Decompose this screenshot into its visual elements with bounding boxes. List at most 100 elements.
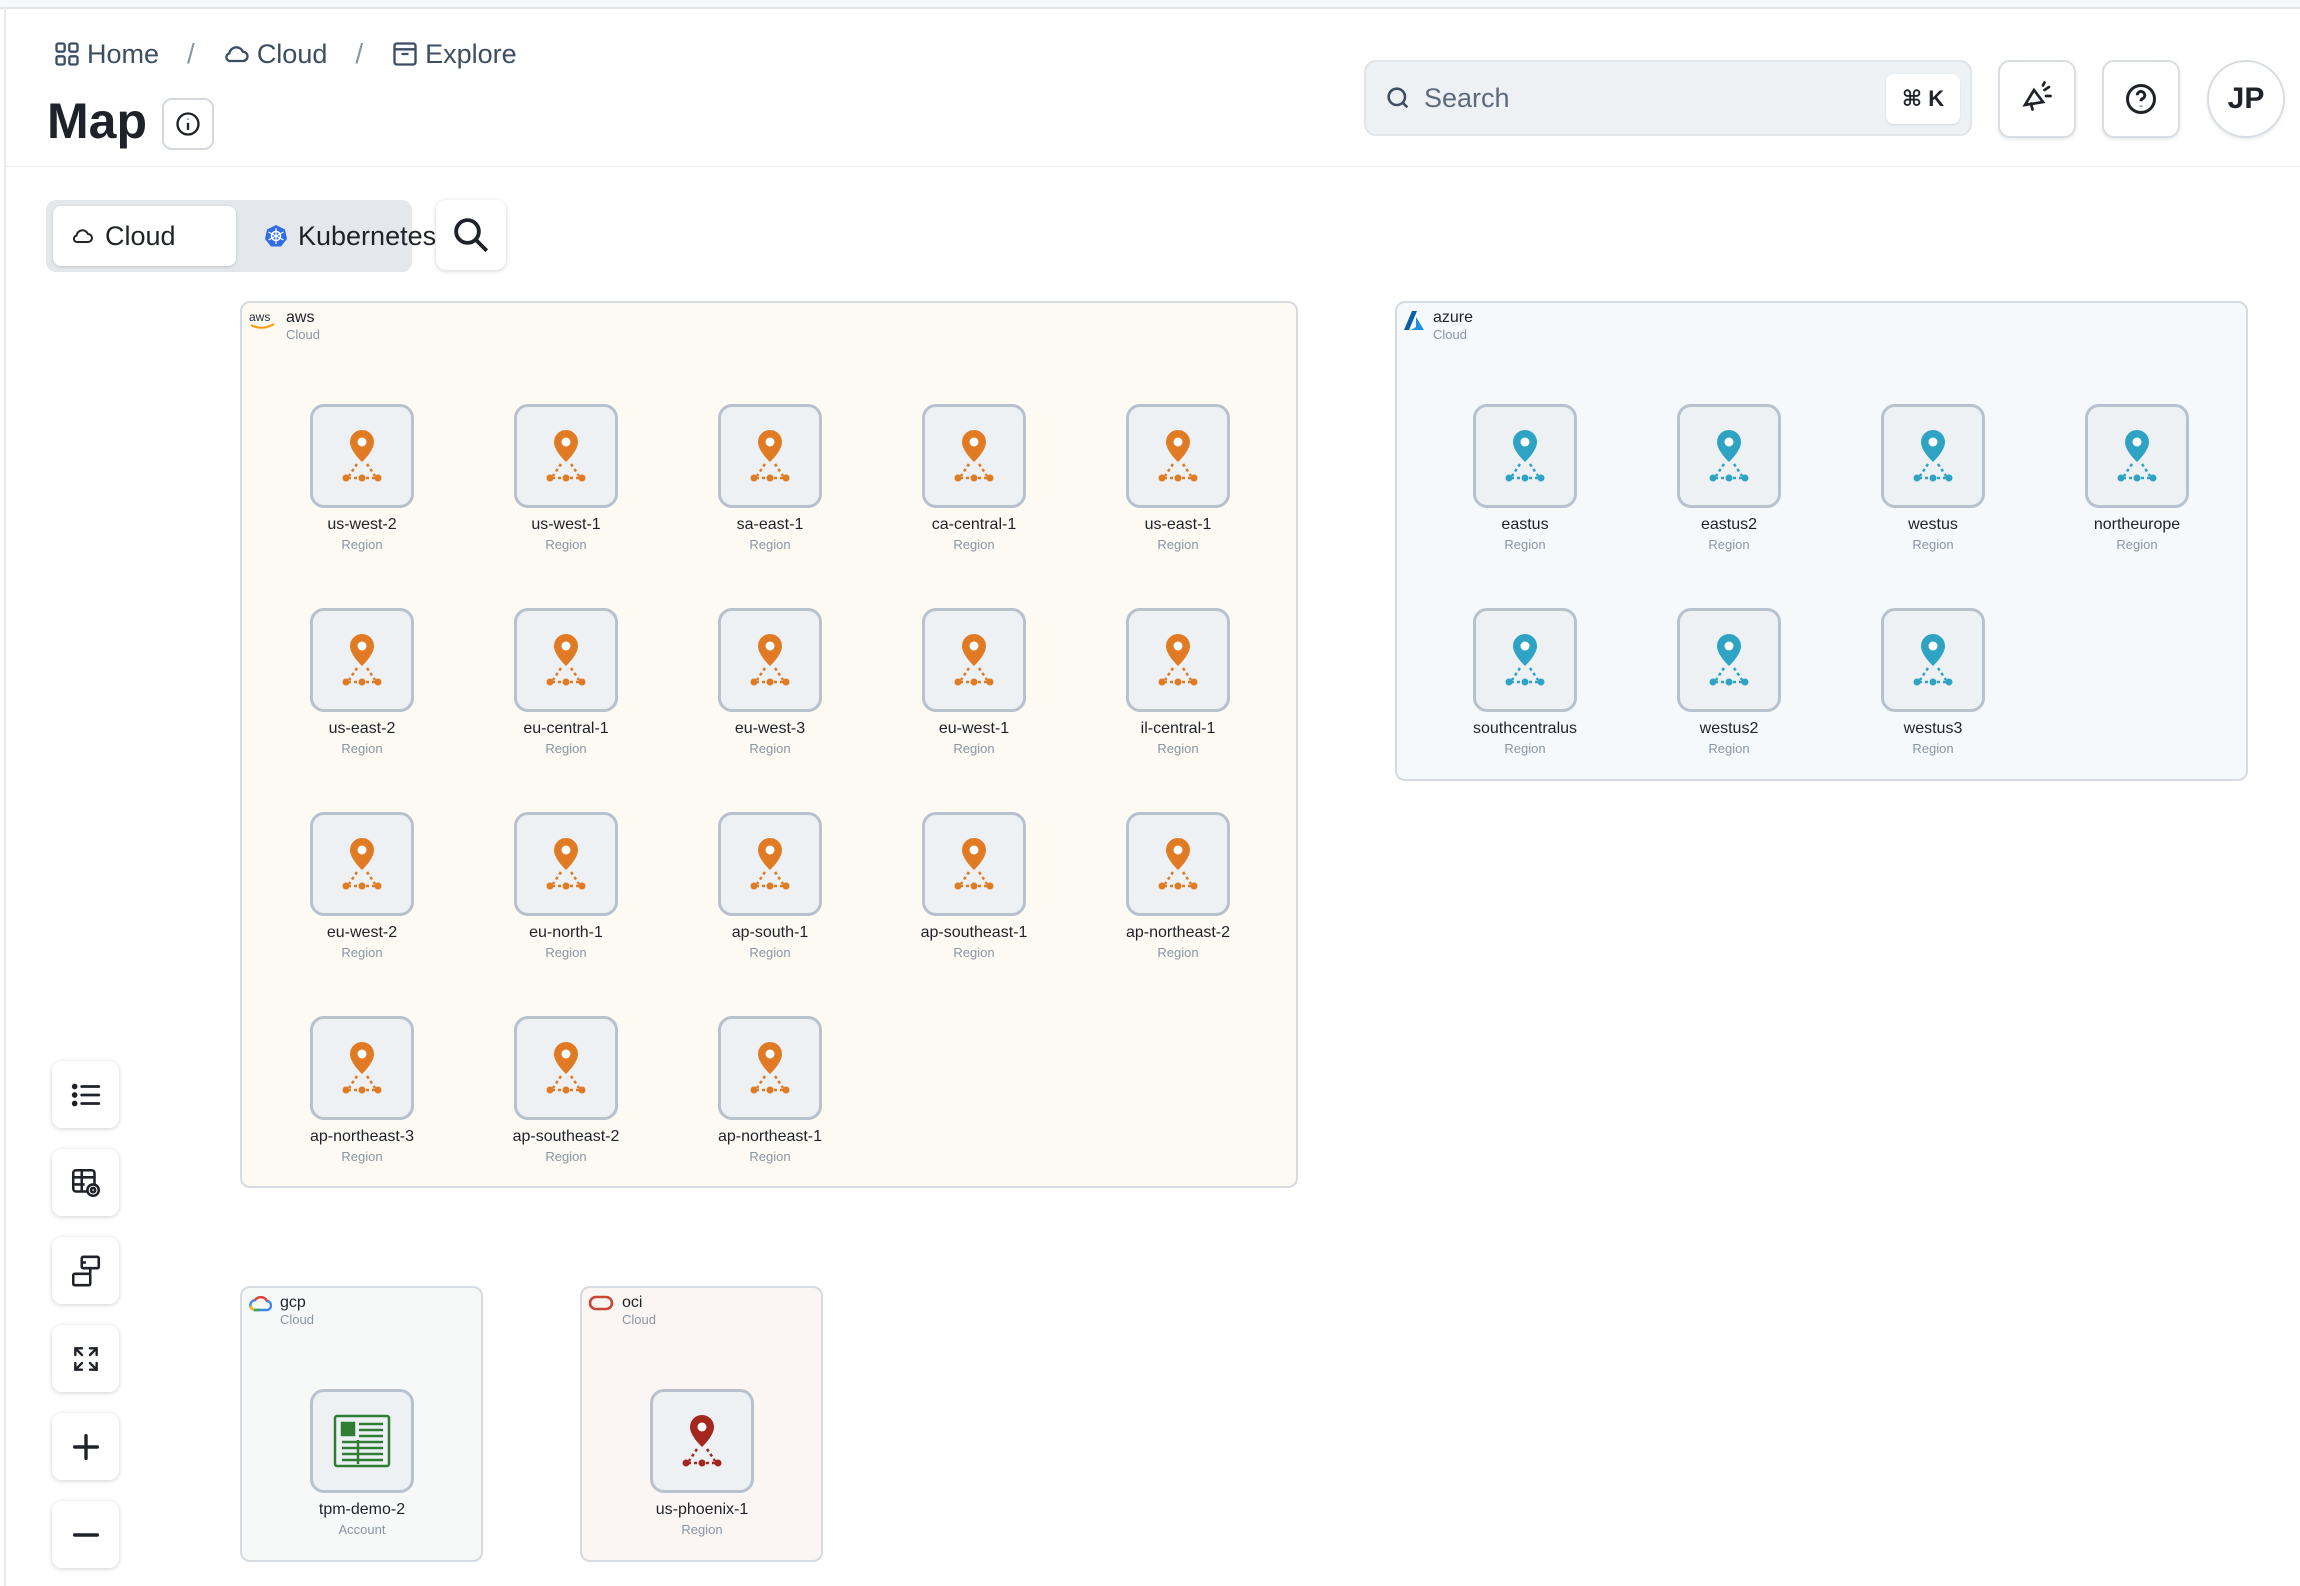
list-view-button[interactable]: [52, 1061, 119, 1128]
breadcrumb-explore-label: Explore: [425, 38, 517, 69]
layout-button[interactable]: [52, 1237, 119, 1304]
search-input[interactable]: [1422, 81, 1886, 115]
region-node[interactable]: eu-west-2 Region: [292, 812, 432, 960]
map-search-button[interactable]: [436, 200, 506, 270]
region-node-box[interactable]: [310, 812, 414, 916]
toggle-cloud[interactable]: Cloud: [53, 206, 236, 266]
region-node-box[interactable]: [1473, 608, 1577, 712]
node-label: us-east-1: [1144, 516, 1212, 533]
group-header: aws aws Cloud: [248, 309, 320, 343]
region-node[interactable]: ca-central-1 Region: [904, 404, 1044, 552]
region-node-box[interactable]: [718, 608, 822, 712]
breadcrumb-cloud[interactable]: Cloud: [223, 39, 327, 70]
breadcrumb-explore[interactable]: Explore: [391, 39, 517, 70]
info-button[interactable]: [162, 98, 214, 150]
region-node-box[interactable]: [1473, 404, 1577, 508]
region-node[interactable]: eu-central-1 Region: [496, 608, 636, 756]
region-node-box[interactable]: [718, 812, 822, 916]
info-icon: [176, 112, 200, 136]
region-node[interactable]: eastus2 Region: [1659, 404, 1799, 552]
region-node[interactable]: westus2 Region: [1659, 608, 1799, 756]
region-node-box[interactable]: [310, 1016, 414, 1120]
grid-icon: [55, 42, 79, 66]
region-node[interactable]: eu-west-1 Region: [904, 608, 1044, 756]
region-node-box[interactable]: [1881, 608, 1985, 712]
region-node-box[interactable]: [514, 404, 618, 508]
region-node-box[interactable]: [514, 608, 618, 712]
toggle-kubernetes[interactable]: Kubernetes: [246, 206, 454, 266]
region-node[interactable]: ap-northeast-1 Region: [700, 1016, 840, 1164]
group-header: oci Cloud: [588, 1294, 656, 1328]
region-node[interactable]: westus Region: [1863, 404, 2003, 552]
region-node[interactable]: ap-northeast-2 Region: [1108, 812, 1248, 960]
region-node[interactable]: ap-southeast-2 Region: [496, 1016, 636, 1164]
node-type: Region: [749, 1149, 791, 1164]
toggle-cloud-label: Cloud: [105, 220, 176, 251]
node-type: Region: [1157, 945, 1199, 960]
table-settings-button[interactable]: [52, 1149, 119, 1216]
region-node-box[interactable]: [514, 812, 618, 916]
cloud-group-aws[interactable]: aws aws Cloud us-west-2 Region us-west-1 Re…: [240, 301, 1298, 1188]
region-node-box[interactable]: [2085, 404, 2189, 508]
region-node[interactable]: ap-southeast-1 Region: [904, 812, 1044, 960]
region-node-box[interactable]: [310, 404, 414, 508]
search-bar[interactable]: ⌘ K: [1364, 60, 1972, 136]
region-node-box[interactable]: [1126, 812, 1230, 916]
region-node-box[interactable]: [1126, 404, 1230, 508]
region-node-box[interactable]: [922, 404, 1026, 508]
region-node-box[interactable]: [310, 608, 414, 712]
region-icon: [342, 634, 382, 686]
region-icon: [546, 1042, 586, 1094]
region-icon: [342, 430, 382, 482]
region-node[interactable]: ap-northeast-3 Region: [292, 1016, 432, 1164]
account-node[interactable]: tpm-demo-2 Account: [292, 1389, 432, 1537]
svg-text:aws: aws: [249, 310, 270, 324]
region-node[interactable]: us-phoenix-1 Region: [632, 1389, 772, 1537]
help-button[interactable]: [2102, 60, 2180, 138]
region-node[interactable]: southcentralus Region: [1455, 608, 1595, 756]
region-node[interactable]: westus3 Region: [1863, 608, 2003, 756]
region-node-box[interactable]: [1677, 608, 1781, 712]
region-node[interactable]: us-west-2 Region: [292, 404, 432, 552]
node-type: Region: [749, 945, 791, 960]
cloud-group-gcp[interactable]: gcp Cloud tpm-demo-2 Account: [240, 1286, 483, 1562]
region-node[interactable]: eastus Region: [1455, 404, 1595, 552]
node-type: Region: [545, 1149, 587, 1164]
region-node-box[interactable]: [650, 1389, 754, 1493]
account-node-box[interactable]: [310, 1389, 414, 1493]
region-icon: [1709, 634, 1749, 686]
region-node[interactable]: sa-east-1 Region: [700, 404, 840, 552]
node-type: Region: [2116, 537, 2158, 552]
search-icon: [454, 218, 489, 253]
zoom-out-button[interactable]: [52, 1501, 119, 1568]
region-node[interactable]: ap-south-1 Region: [700, 812, 840, 960]
region-node[interactable]: eu-north-1 Region: [496, 812, 636, 960]
region-node-box[interactable]: [1881, 404, 1985, 508]
announcements-button[interactable]: [1998, 60, 2076, 138]
breadcrumb-home[interactable]: Home: [53, 39, 159, 70]
cloud-group-azure[interactable]: azure Cloud eastus Region eastus2 Region wes…: [1395, 301, 2248, 781]
region-node[interactable]: il-central-1 Region: [1108, 608, 1248, 756]
region-node-box[interactable]: [718, 1016, 822, 1120]
top-border: [0, 0, 2300, 9]
region-node-box[interactable]: [514, 1016, 618, 1120]
region-node[interactable]: northeurope Region: [2067, 404, 2207, 552]
region-node[interactable]: us-east-2 Region: [292, 608, 432, 756]
cloud-group-oci[interactable]: oci Cloud us-phoenix-1 Region: [580, 1286, 823, 1562]
region-node-box[interactable]: [922, 608, 1026, 712]
region-node[interactable]: eu-west-3 Region: [700, 608, 840, 756]
region-node-box[interactable]: [718, 404, 822, 508]
zoom-in-button[interactable]: [52, 1413, 119, 1480]
user-avatar[interactable]: JP: [2207, 60, 2285, 138]
node-type: Region: [341, 537, 383, 552]
table-settings-icon: [71, 1168, 100, 1197]
region-node-box[interactable]: [1677, 404, 1781, 508]
node-label: eastus: [1501, 516, 1549, 533]
region-node[interactable]: us-west-1 Region: [496, 404, 636, 552]
region-node-box[interactable]: [1126, 608, 1230, 712]
fit-view-button[interactable]: [52, 1325, 119, 1392]
node-type: Region: [749, 537, 791, 552]
region-node[interactable]: us-east-1 Region: [1108, 404, 1248, 552]
region-node-box[interactable]: [922, 812, 1026, 916]
region-icon: [954, 634, 994, 686]
